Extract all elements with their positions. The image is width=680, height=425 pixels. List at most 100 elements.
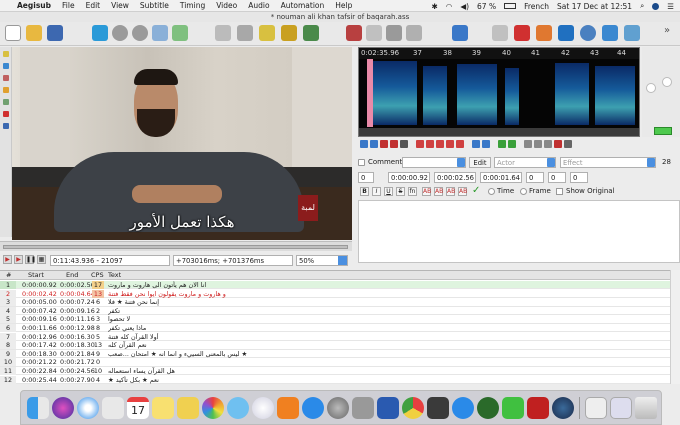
link-zoom-icon[interactable] (654, 127, 672, 135)
chrome-icon[interactable] (402, 397, 424, 419)
standard-tool-icon[interactable] (3, 51, 9, 57)
table-row[interactable]: 4 0:00:07.42 0:00:09.16 2 تكفر (0, 306, 670, 316)
trash-icon[interactable] (635, 397, 657, 419)
table-row[interactable]: 3 0:00:05.00 0:00:07.24 6 إنما نحن فتنة ★ فل… (0, 298, 670, 307)
header-number[interactable]: # (6, 271, 11, 280)
zoom-out-icon[interactable] (132, 25, 148, 41)
play-after-icon[interactable] (426, 140, 434, 148)
finder-icon[interactable] (27, 397, 49, 419)
red-app-icon[interactable] (527, 397, 549, 419)
vertical-zoom-slider[interactable] (646, 83, 656, 93)
menu-view[interactable]: View (111, 1, 129, 10)
battery-level[interactable]: 67 % (477, 2, 496, 11)
app-store-icon[interactable] (302, 397, 324, 419)
system-preferences-icon[interactable] (327, 397, 349, 419)
timing-processor-icon[interactable] (514, 25, 530, 41)
calendar-icon[interactable]: 17 (127, 397, 149, 419)
zoom-select[interactable]: 50% (296, 255, 348, 266)
subtitles-grid[interactable]: # Start End CPS Text 1 0:00:00.92 0:00:02.… (0, 270, 670, 384)
table-row[interactable]: 7 0:00:12.96 0:00:16.30 5 أولا القرآن كله فت… (0, 332, 670, 341)
styling-assistant-icon[interactable] (558, 25, 574, 41)
sort-icon[interactable] (492, 25, 508, 41)
layer-field[interactable]: 0 (358, 172, 374, 183)
check-spelling-icon[interactable] (624, 25, 640, 41)
rotate-z-tool-icon[interactable] (3, 75, 9, 81)
app-menu[interactable]: Aegisub (17, 1, 51, 10)
menu-timing[interactable]: Timing (180, 1, 205, 10)
strikeout-button[interactable]: S (396, 187, 405, 196)
secondary-color-button[interactable]: AB (434, 187, 443, 196)
video-display[interactable]: لمبة هكذا تعمل الأمور (12, 47, 352, 240)
spectrum-mode-icon[interactable] (554, 140, 562, 148)
siri-icon[interactable] (52, 397, 74, 419)
bluetooth-icon[interactable]: ✱ (431, 2, 437, 11)
zoom-in-icon[interactable] (112, 25, 128, 41)
prev-line-icon[interactable] (360, 140, 368, 148)
styles-manager-icon[interactable] (215, 25, 231, 41)
jump-to-icon[interactable] (92, 25, 108, 41)
table-row[interactable]: 5 0:00:09.16 0:00:11.16 3 لا تحصوا (0, 315, 670, 324)
notes-icon[interactable] (152, 397, 174, 419)
actor-select[interactable]: Actor (494, 157, 556, 168)
video-seek-slider[interactable] (3, 245, 348, 249)
volume-slider[interactable] (662, 77, 672, 87)
table-row[interactable]: 9 0:00:18.30 0:00:21.84 9 ليس بالمعنى السييء… (0, 349, 670, 359)
attachments-icon[interactable] (259, 25, 275, 41)
new-file-icon[interactable] (5, 25, 21, 41)
pause-icon[interactable]: ❚❚ (25, 255, 36, 264)
stop-icon[interactable] (400, 140, 408, 148)
auto-scroll-icon[interactable]: ▦ (37, 255, 46, 264)
rotate-xy-tool-icon[interactable] (3, 87, 9, 93)
volume-icon[interactable]: ◀) (460, 2, 469, 11)
find-icon[interactable] (152, 25, 168, 41)
sync-app-icon[interactable] (452, 397, 474, 419)
messages-icon[interactable] (227, 397, 249, 419)
search-icon[interactable]: ⌕ (640, 1, 644, 11)
photos-app-icon[interactable] (102, 397, 124, 419)
itunes-icon[interactable] (252, 397, 274, 419)
word-icon[interactable] (377, 397, 399, 419)
table-row[interactable]: 8 0:00:17.42 0:00:18.30 13 نعم القرآن كله (0, 341, 670, 350)
scale-tool-icon[interactable] (3, 99, 9, 105)
menu-file[interactable]: File (62, 1, 75, 10)
ibooks-icon[interactable] (277, 397, 299, 419)
margin-vertical-field[interactable]: 0 (570, 172, 588, 183)
options-icon[interactable] (602, 25, 618, 41)
translation-icon[interactable] (366, 25, 382, 41)
replace-icon[interactable] (172, 25, 188, 41)
header-end[interactable]: End (66, 271, 78, 280)
play-to-end-icon[interactable] (456, 140, 464, 148)
header-text[interactable]: Text (108, 271, 121, 280)
next-line-icon[interactable] (370, 140, 378, 148)
menu-automation[interactable]: Automation (281, 1, 325, 10)
underline-button[interactable]: U (384, 187, 393, 196)
assistant-icon[interactable] (406, 25, 422, 41)
play-last-icon[interactable] (446, 140, 454, 148)
play-line-icon[interactable] (390, 140, 398, 148)
open-file-icon[interactable] (26, 25, 42, 41)
automation-icon[interactable] (346, 25, 362, 41)
preview-icon[interactable] (585, 397, 607, 419)
commit-check-icon[interactable]: ✓ (472, 185, 480, 196)
video-position-field[interactable]: 0:11:43.936 - 21097 (50, 255, 170, 266)
end-time-field[interactable]: 0:00:02.56 (434, 172, 476, 183)
table-row[interactable]: 11 0:00:22.84 0:00:24.56 10 هل القرآن يساء ا… (0, 367, 670, 376)
aegisub-icon[interactable] (427, 397, 449, 419)
disk-utility-icon[interactable] (352, 397, 374, 419)
menu-subtitle[interactable]: Subtitle (140, 1, 169, 10)
audio-scrollbar[interactable] (359, 128, 639, 136)
spell-check-icon[interactable] (386, 25, 402, 41)
audio-spectrum-display[interactable]: 0:02:35.96 37 38 39 40 41 42 43 44 (358, 47, 640, 137)
table-row[interactable]: 12 0:00:25.44 0:00:27.90 4 ★ نعم ★ بكل تأكيد (0, 375, 670, 384)
show-original-checkbox[interactable] (556, 188, 563, 195)
play-selection-icon[interactable] (380, 140, 388, 148)
commit-icon[interactable] (498, 140, 506, 148)
compressor-icon[interactable] (477, 397, 499, 419)
font-button[interactable]: fn (408, 187, 417, 196)
style-select[interactable] (402, 157, 466, 168)
photos-icon[interactable] (202, 397, 224, 419)
shadow-color-button[interactable]: AB (458, 187, 467, 196)
video-offset-field[interactable]: +703016ms; +701376ms (173, 255, 293, 266)
input-language[interactable]: French (524, 2, 549, 11)
go-to-icon[interactable] (508, 140, 516, 148)
